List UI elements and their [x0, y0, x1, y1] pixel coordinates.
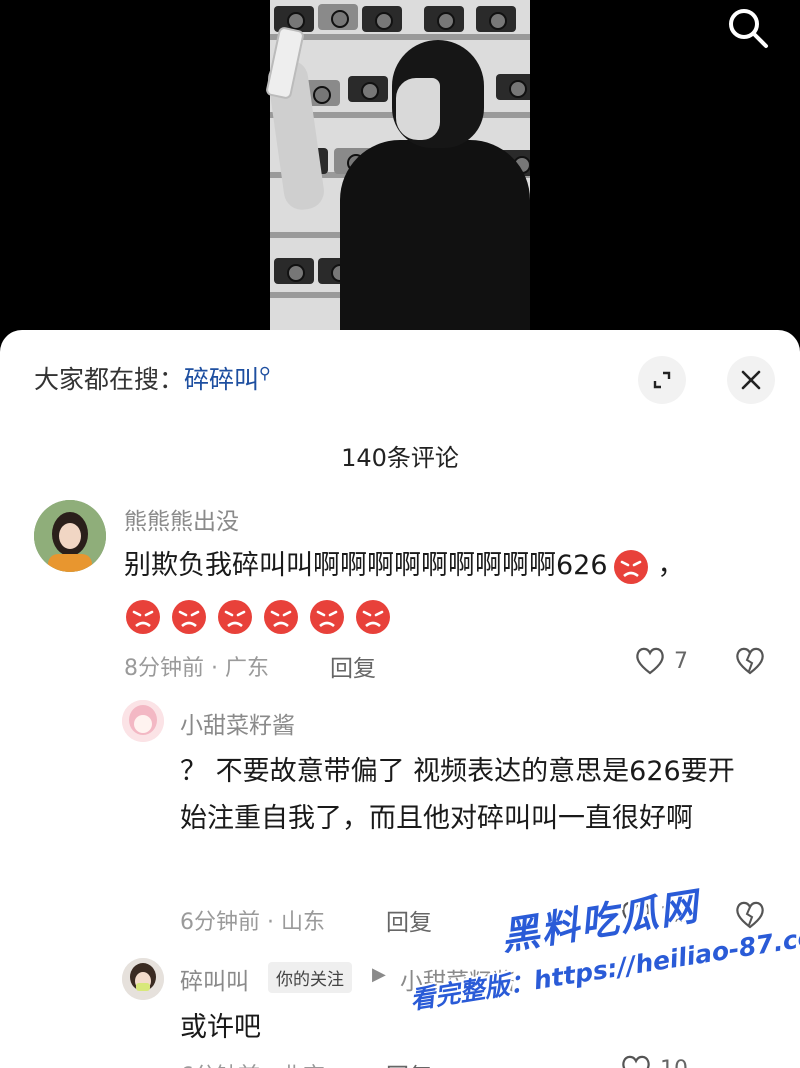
comment-text-punct: ，	[657, 550, 685, 581]
comment-meta: 6分钟前 · 北京	[180, 1058, 325, 1068]
angry-emoji-icon	[124, 598, 162, 636]
expand-icon	[653, 371, 671, 389]
angry-emoji-icon	[170, 598, 208, 636]
shelf	[270, 34, 530, 40]
comment-text: 或许吧	[180, 1012, 261, 1043]
avatar[interactable]	[122, 958, 164, 1000]
reply-button[interactable]: 回复	[330, 649, 376, 683]
search-icon[interactable]	[726, 6, 770, 50]
reply-arrow-icon: ▶	[372, 964, 386, 985]
person-body	[340, 140, 530, 345]
broken-heart-icon	[736, 647, 764, 675]
avatar[interactable]	[122, 700, 164, 742]
angry-emoji-icon	[612, 548, 650, 586]
comment-text: ？ 不要故意带偏了 视频表达的意思是626要开始注重自我了，而且他对碎叫叫一直很…	[180, 756, 735, 834]
like-count: 7	[674, 648, 688, 674]
avatar[interactable]	[34, 500, 106, 572]
trending-search-keyword[interactable]: 碎碎叫	[184, 365, 259, 394]
camera-prop	[476, 6, 516, 32]
close-icon	[741, 370, 761, 390]
comment-username[interactable]: 小甜菜籽酱	[180, 706, 295, 740]
comment-meta: 6分钟前 · 山东	[180, 910, 325, 935]
expand-button[interactable]	[638, 356, 686, 404]
comment-text-line: 别欺负我碎叫叫啊啊啊啊啊啊啊啊啊626	[124, 550, 608, 581]
trending-search-prefix: 大家都在搜：	[34, 365, 185, 394]
angry-emoji-icon	[216, 598, 254, 636]
camera-prop	[348, 76, 388, 102]
trending-search[interactable]: 大家都在搜：碎碎叫⚲	[34, 360, 271, 396]
comment-username[interactable]: 熊熊熊出没	[124, 502, 239, 536]
search-small-icon: ⚲	[259, 363, 271, 383]
camera-prop	[496, 74, 530, 100]
video-player[interactable]	[0, 0, 800, 345]
comment-text: 别欺负我碎叫叫啊啊啊啊啊啊啊啊啊626 ，	[124, 542, 764, 589]
comment-meta: 8分钟前 · 广东	[124, 656, 269, 681]
camera-prop	[362, 6, 402, 32]
following-badge: 你的关注	[268, 962, 352, 993]
comment-count: 140条评论	[341, 444, 459, 472]
angry-emoji-icon	[354, 598, 392, 636]
dislike-button[interactable]	[734, 646, 766, 680]
close-button[interactable]	[727, 356, 775, 404]
angry-emoji-icon	[308, 598, 346, 636]
like-button[interactable]: 10	[620, 1054, 688, 1068]
like-count: 10	[660, 1057, 688, 1068]
camera-prop	[318, 4, 358, 30]
camera-prop	[424, 6, 464, 32]
emoji-row	[124, 592, 400, 639]
heart-icon	[622, 1055, 650, 1068]
person-face	[396, 78, 440, 140]
comment-username[interactable]: 碎叫叫	[180, 962, 249, 996]
heart-icon	[636, 647, 664, 675]
angry-emoji-icon	[262, 598, 300, 636]
like-button[interactable]: 7	[634, 646, 688, 676]
camera-prop	[274, 258, 314, 284]
